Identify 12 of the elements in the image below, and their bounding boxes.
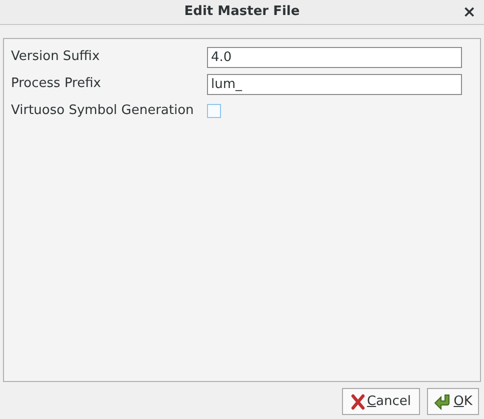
field-label: Virtuoso Symbol Generation <box>10 102 195 120</box>
window-title: Edit Master File <box>184 3 300 22</box>
checkbox[interactable] <box>207 104 221 118</box>
close-button[interactable]: × <box>462 3 476 21</box>
arrow-icon <box>434 394 452 410</box>
cancel-button[interactable]: Cancel <box>342 388 420 415</box>
input-field[interactable]: 4.0 <box>207 46 462 68</box>
ok-button[interactable]: OK <box>427 388 479 415</box>
input-field[interactable]: lum_ <box>207 74 462 94</box>
field-label: Version Suffix <box>10 48 101 66</box>
cross-icon <box>350 394 365 410</box>
field-label: Process Prefix <box>10 75 102 94</box>
